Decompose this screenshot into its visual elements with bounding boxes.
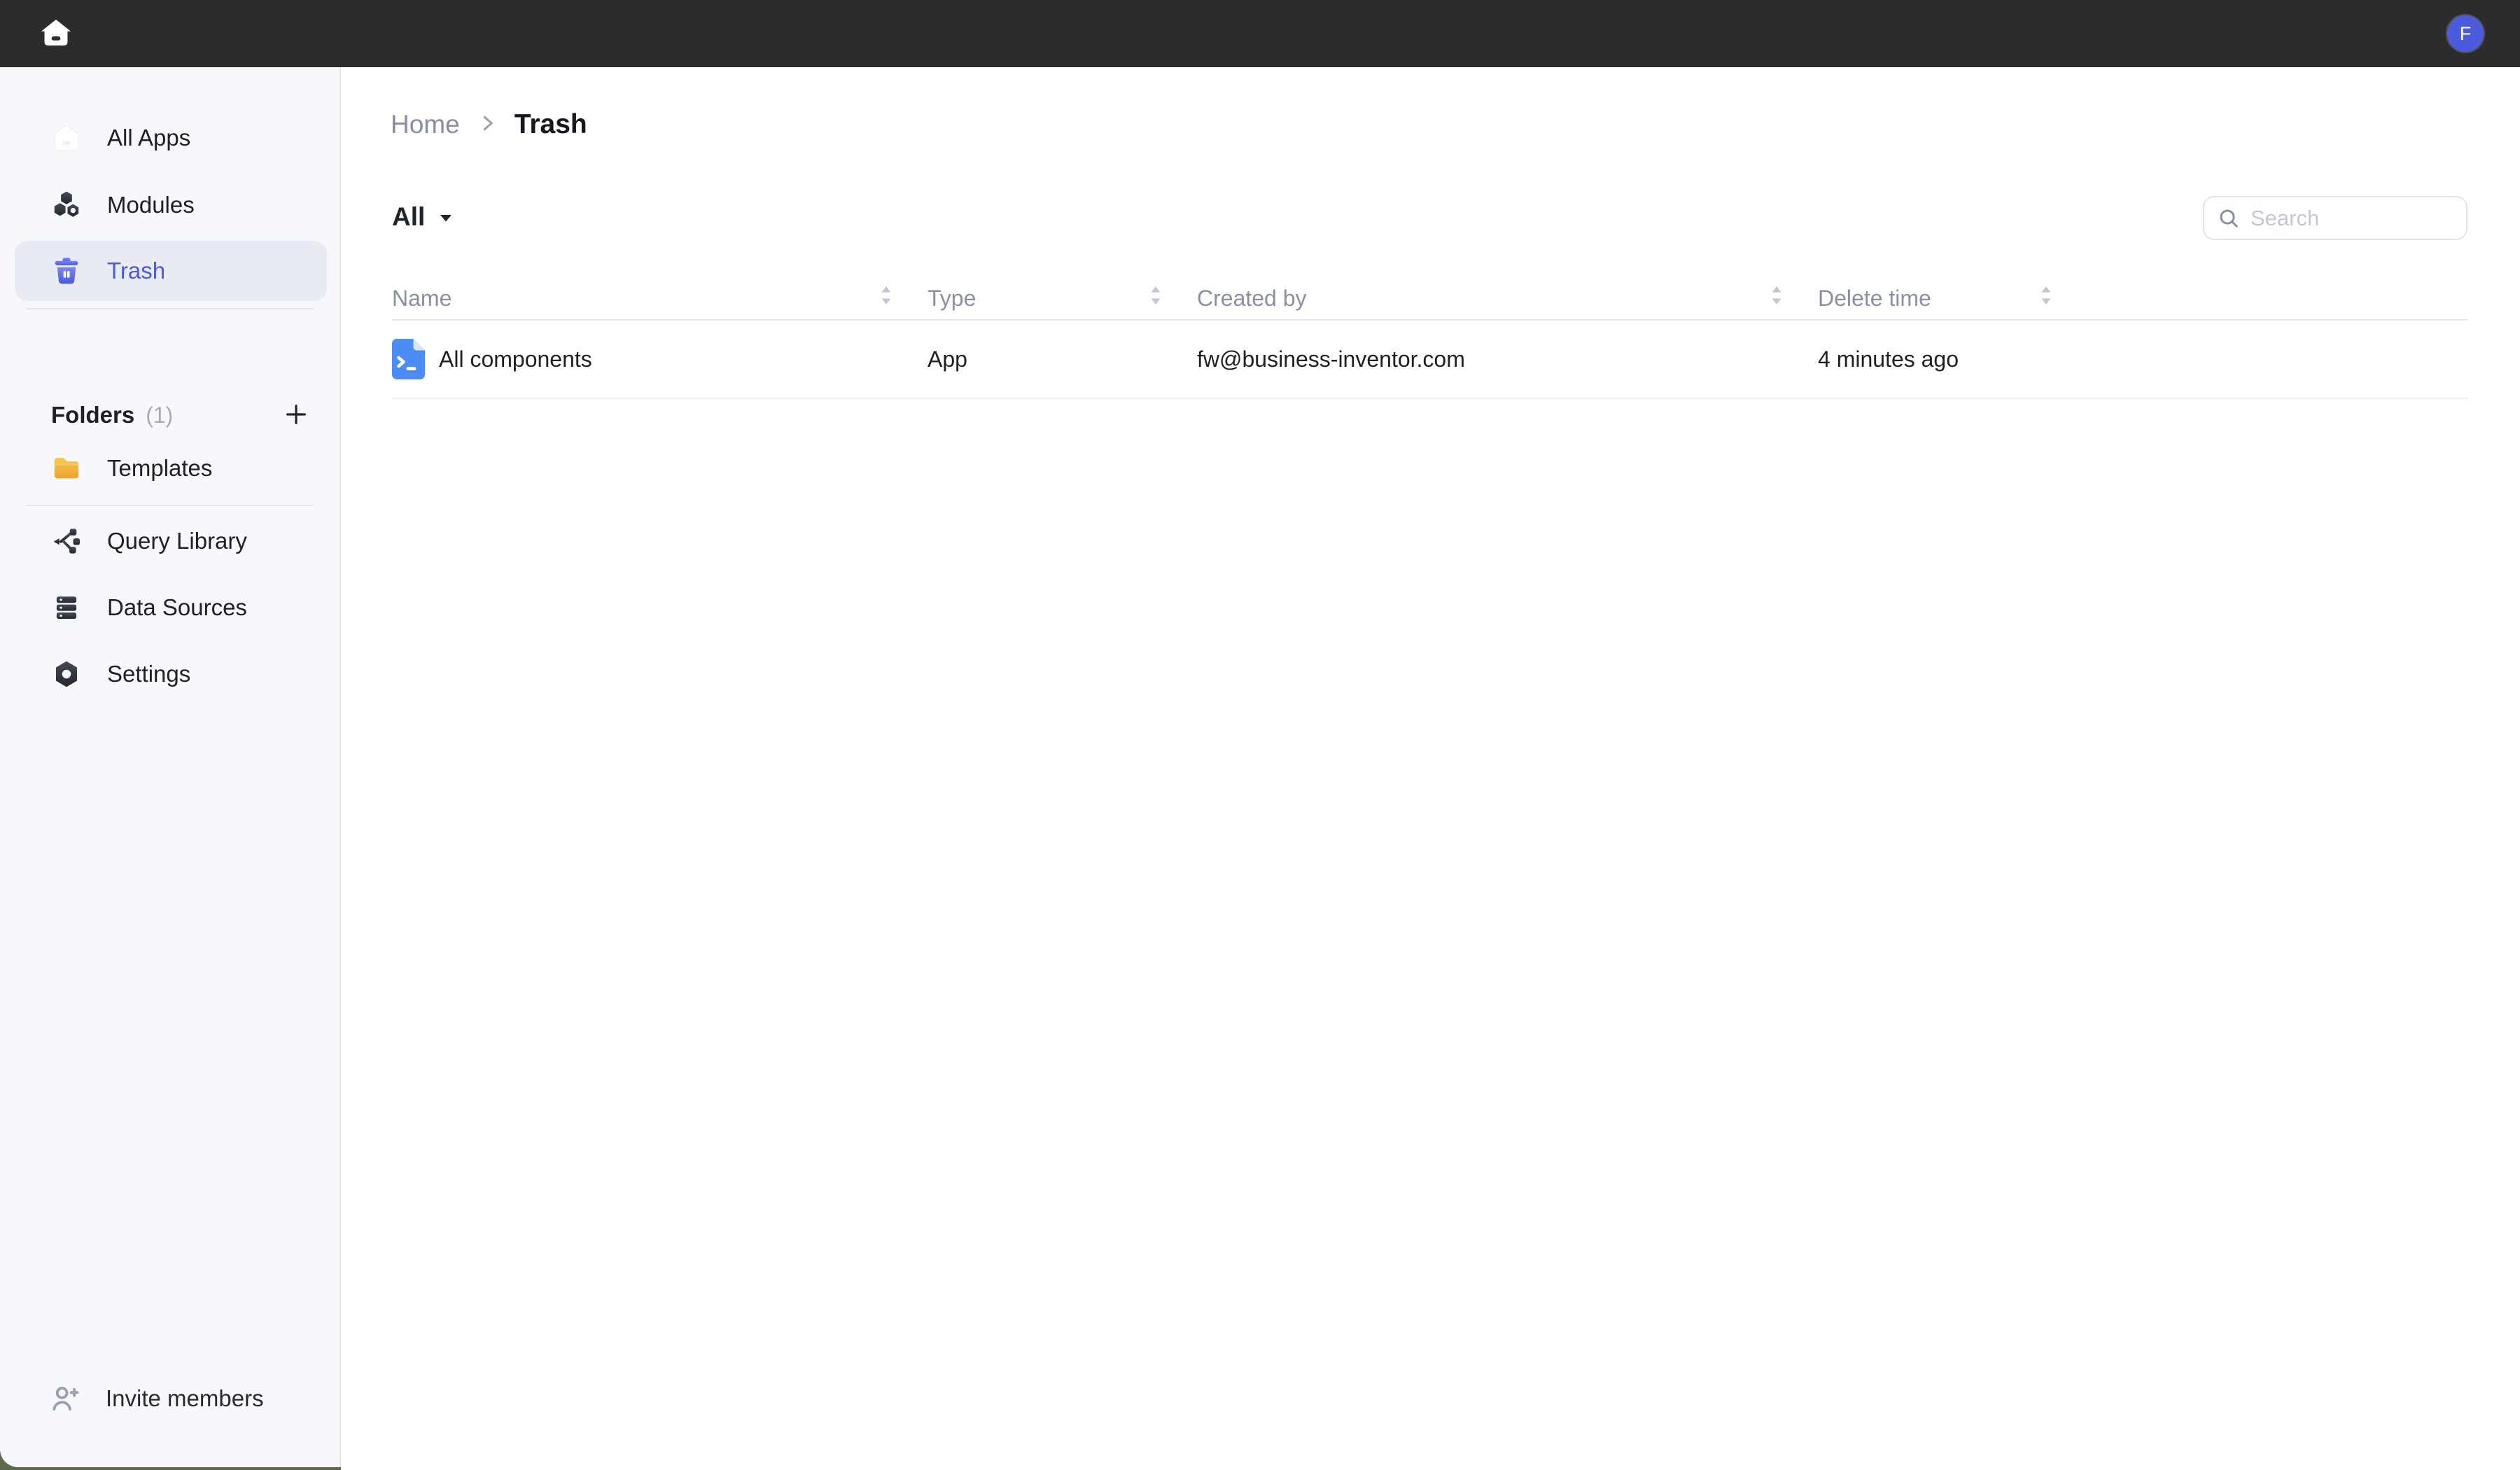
sidebar-item-settings[interactable]: Settings xyxy=(15,644,327,704)
search-box xyxy=(2203,196,2468,240)
filter-selected-value: All xyxy=(392,202,425,232)
home-icon xyxy=(40,17,72,51)
row-name-cell: All components xyxy=(392,339,927,379)
row-delete-time-cell: 4 minutes ago xyxy=(1818,346,2087,372)
trash-icon xyxy=(51,255,82,286)
sidebar-item-label: Settings xyxy=(107,661,190,687)
sidebar-divider xyxy=(27,308,314,309)
sort-icon[interactable] xyxy=(2038,284,2054,313)
sidebar-item-modules[interactable]: Modules xyxy=(15,175,327,235)
folders-count: (1) xyxy=(146,402,173,428)
home-button[interactable] xyxy=(36,14,76,53)
breadcrumb: Home Trash xyxy=(391,106,587,143)
all-apps-home-icon xyxy=(51,122,82,153)
column-header-created-by[interactable]: Created by xyxy=(1197,284,1818,313)
sidebar-item-label: Templates xyxy=(107,455,212,482)
sidebar-item-label: Query Library xyxy=(107,528,247,554)
sidebar-item-label: All Apps xyxy=(107,125,190,151)
row-name-text: All components xyxy=(439,346,592,372)
chevron-right-icon xyxy=(477,113,498,137)
add-folder-button[interactable] xyxy=(279,398,313,432)
app-file-icon xyxy=(392,339,425,379)
breadcrumb-home-link[interactable]: Home xyxy=(391,110,460,139)
page-title: Trash xyxy=(514,109,587,140)
user-avatar[interactable]: F xyxy=(2447,15,2484,52)
trash-table: Name Type Created by xyxy=(392,277,2468,399)
table-header-row: Name Type Created by xyxy=(392,277,2468,321)
table-row[interactable]: All components App fw@business-inventor.… xyxy=(392,321,2468,399)
modules-icon xyxy=(51,190,82,220)
sidebar-item-label: Trash xyxy=(107,258,165,284)
sidebar-item-data-sources[interactable]: Data Sources xyxy=(15,578,327,638)
sort-icon[interactable] xyxy=(1148,284,1163,313)
sidebar-item-query-library[interactable]: Query Library xyxy=(15,511,327,571)
column-label: Created by xyxy=(1197,286,1307,312)
column-header-name[interactable]: Name xyxy=(392,284,927,313)
invite-person-plus-icon xyxy=(50,1382,82,1415)
row-type-cell: App xyxy=(927,346,1197,372)
invite-members-label: Invite members xyxy=(106,1385,264,1412)
folders-label: Folders xyxy=(51,402,134,428)
type-filter-dropdown[interactable]: All xyxy=(392,199,453,235)
folder-icon xyxy=(51,453,82,484)
sidebar-item-label: Data Sources xyxy=(107,594,247,621)
plus-icon xyxy=(282,400,310,430)
search-icon xyxy=(2217,206,2241,230)
search-input[interactable] xyxy=(2250,206,2454,231)
settings-icon xyxy=(51,659,82,690)
app-root: F All Apps Modules xyxy=(0,0,2520,1470)
query-library-icon xyxy=(51,526,82,556)
main-content: Home Trash All xyxy=(342,67,2520,1470)
sort-icon[interactable] xyxy=(878,284,894,313)
sidebar-item-all-apps[interactable]: All Apps xyxy=(15,108,327,168)
topbar: F xyxy=(0,0,2520,67)
sidebar: All Apps Modules xyxy=(0,67,341,1467)
sidebar-item-label: Modules xyxy=(107,192,195,218)
column-header-delete-time[interactable]: Delete time xyxy=(1818,284,2087,313)
column-label: Name xyxy=(392,286,451,312)
folders-header: Folders (1) xyxy=(0,389,341,441)
invite-members-button[interactable]: Invite members xyxy=(15,1371,327,1427)
sidebar-item-templates[interactable]: Templates xyxy=(15,438,327,498)
sort-icon[interactable] xyxy=(1769,284,1784,313)
sidebar-divider xyxy=(27,505,314,506)
caret-down-icon xyxy=(439,214,453,226)
row-created-by-cell: fw@business-inventor.com xyxy=(1197,346,1818,372)
column-header-type[interactable]: Type xyxy=(927,284,1197,313)
sidebar-item-trash[interactable]: Trash xyxy=(15,241,327,301)
column-label: Type xyxy=(927,286,976,312)
column-label: Delete time xyxy=(1818,286,1931,312)
data-sources-icon xyxy=(51,592,82,623)
